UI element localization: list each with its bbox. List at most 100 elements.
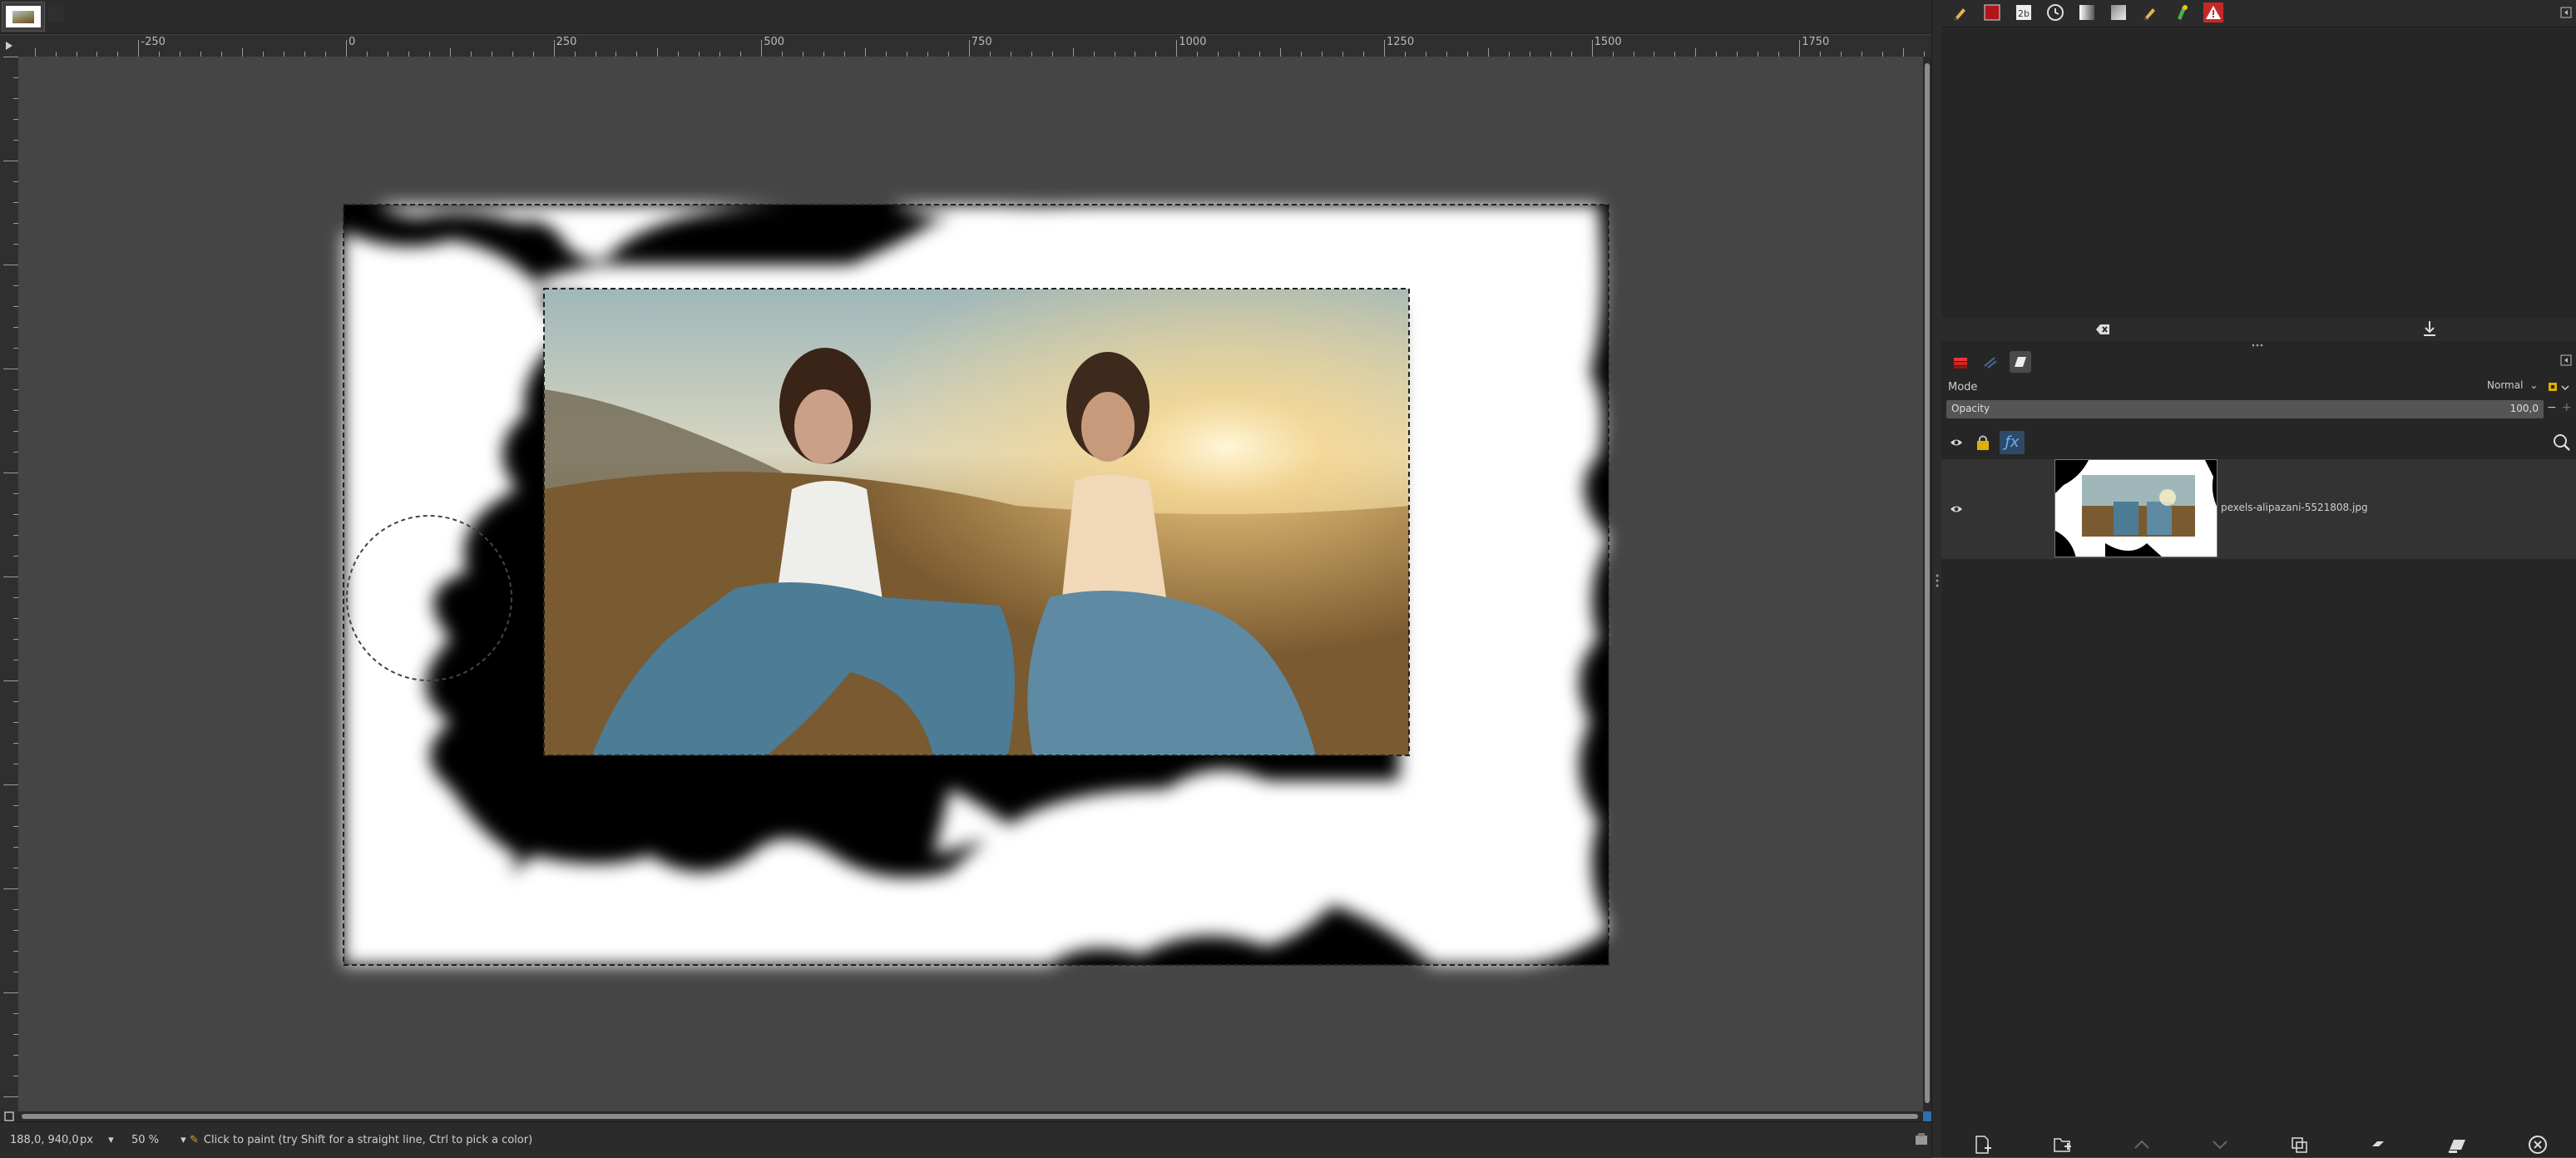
vertical-scroll-thumb[interactable] <box>1925 63 1930 1103</box>
canvas-image[interactable] <box>18 57 1923 1111</box>
horizontal-scrollbar[interactable] <box>18 1111 1923 1121</box>
layers-tab-icon[interactable] <box>1950 351 1971 373</box>
ruler-label: 750 <box>971 36 992 48</box>
mode-row: Mode Normal ⌄ <box>1941 376 2576 399</box>
panel-resize-handle[interactable] <box>1941 341 2576 349</box>
horizontal-ruler[interactable]: -750-500-2500250500750100012501500175020… <box>18 35 1931 57</box>
ruler-major-tick <box>761 40 763 57</box>
upper-panel-button-row <box>1941 318 2576 341</box>
delete-layer-button[interactable] <box>2527 1134 2549 1156</box>
new-layer-group-button[interactable] <box>2053 1135 2074 1155</box>
dock-tab-strip: 2b <box>1941 0 2576 27</box>
layer-row[interactable]: pexels-alipazani-5521808.jpg <box>1941 459 2576 559</box>
search-icon[interactable] <box>2552 433 2572 453</box>
lock-icon[interactable] <box>1973 433 1993 453</box>
ruler-tick <box>3 784 18 785</box>
ruler-minor-tick <box>242 48 244 57</box>
warning-icon[interactable] <box>2203 2 2224 23</box>
new-layer-button[interactable] <box>1973 1135 1995 1155</box>
ruler-minor-tick <box>657 48 659 57</box>
chevron-down-icon: ▾ <box>108 1134 114 1146</box>
paintbrush-icon[interactable] <box>2139 2 2161 23</box>
ruler-major-tick <box>968 40 970 57</box>
ruler-major-tick <box>1591 40 1593 57</box>
document-history-icon[interactable] <box>2044 2 2066 23</box>
ruler-minor-tick <box>449 48 451 57</box>
ruler-major-tick <box>1799 40 1801 57</box>
zoom-selector[interactable]: 50 % ▾ <box>131 1134 186 1146</box>
ruler-tick <box>3 992 18 993</box>
pointer-coordinates: 188,0, 940,0 <box>10 1134 79 1146</box>
dashboard-icon[interactable] <box>1915 1132 1928 1146</box>
unit-value: px <box>80 1134 93 1146</box>
ruler-major-tick <box>1384 40 1385 57</box>
layer-name[interactable]: pexels-alipazani-5521808.jpg <box>2221 502 2368 513</box>
lock-row: ƒx <box>1941 428 2576 458</box>
lower-layer-button[interactable] <box>2209 1136 2231 1153</box>
zoom-value: 50 % <box>131 1134 160 1146</box>
image-tab[interactable] <box>2 2 45 32</box>
palettes-icon[interactable] <box>2171 2 2193 23</box>
duplicate-layer-button[interactable] <box>2289 1135 2311 1155</box>
ruler-major-tick <box>138 40 140 57</box>
status-message-text: Click to paint (try Shift for a straight… <box>203 1134 533 1146</box>
eye-icon[interactable] <box>1950 436 1963 449</box>
ruler-label: 500 <box>764 36 785 48</box>
layers-tab-strip <box>1941 349 2576 373</box>
patterns-icon[interactable] <box>2108 2 2129 23</box>
channels-tab-icon[interactable] <box>1980 351 2001 373</box>
ruler-label: 1750 <box>1802 36 1830 48</box>
layer-effects-icon[interactable]: ƒx <box>2000 431 2025 454</box>
merge-layer-button[interactable] <box>2367 1135 2389 1155</box>
dock-menu-button[interactable] <box>2560 7 2572 18</box>
image-canvas[interactable] <box>18 57 1923 1111</box>
clear-history-button[interactable] <box>2088 318 2116 343</box>
ruler-minor-tick <box>1072 48 1074 57</box>
brushes-icon[interactable]: 2b <box>2013 2 2035 23</box>
vertical-scrollbar[interactable] <box>1923 57 1931 1111</box>
ruler-label: 1000 <box>1179 36 1207 48</box>
ruler-major-tick <box>1176 40 1178 57</box>
horizontal-scroll-thumb[interactable] <box>22 1114 1918 1119</box>
opacity-decrease-button[interactable]: − <box>2547 401 2559 418</box>
vertical-ruler[interactable] <box>0 57 19 1111</box>
new-view-tab[interactable] <box>48 7 63 22</box>
add-mask-button[interactable] <box>2447 1135 2469 1155</box>
mode-options-button[interactable] <box>2547 379 2572 396</box>
layers-button-bar <box>1941 1130 2576 1157</box>
foreground-color-icon[interactable] <box>1981 2 2003 23</box>
paths-tab-icon[interactable] <box>2010 351 2031 373</box>
ruler-label: 1500 <box>1594 36 1622 48</box>
ruler-label: 1250 <box>1387 36 1415 48</box>
mode-label: Mode <box>1948 381 1978 393</box>
quick-mask-toggle[interactable] <box>0 1111 18 1121</box>
raise-layer-button[interactable] <box>2131 1136 2153 1153</box>
ruler-minor-tick <box>1903 48 1904 57</box>
opacity-slider[interactable]: Opacity 100,0 <box>1946 400 2544 418</box>
ruler-minor-tick <box>1695 48 1697 57</box>
layers-dock-menu-button[interactable] <box>2560 354 2572 366</box>
save-button[interactable] <box>2415 318 2444 343</box>
paintbrush-icon[interactable] <box>1950 2 1971 23</box>
ruler-major-tick <box>346 40 347 57</box>
opacity-label: Opacity <box>1951 403 1990 414</box>
chevron-down-icon: ▾ <box>180 1134 186 1146</box>
gradient-icon[interactable] <box>2076 2 2098 23</box>
unit-selector[interactable]: px ▾ <box>80 1134 114 1146</box>
right-dock: 2b Mode Normal ⌄ Opacity 100,0 − + ƒx pe… <box>1941 0 2576 1157</box>
mode-value: Normal <box>2487 379 2524 391</box>
navigate-button[interactable] <box>1923 1111 1931 1121</box>
image-tab-bar <box>0 0 1931 34</box>
ruler-corner-menu-button[interactable] <box>0 35 18 57</box>
layer-thumbnail[interactable] <box>2054 459 2218 557</box>
eye-icon[interactable] <box>1950 502 1963 516</box>
status-bar: 188,0, 940,0 px ▾ 50 % ▾ ✎ Click to paint… <box>0 1121 1931 1158</box>
mode-dropdown[interactable]: Normal ⌄ <box>2487 379 2538 396</box>
ruler-tick <box>3 1096 18 1097</box>
opacity-increase-button[interactable]: + <box>2562 401 2574 418</box>
layer-list: pexels-alipazani-5521808.jpg <box>1941 459 2576 559</box>
image-thumbnail <box>6 6 41 27</box>
ruler-minor-tick <box>1487 48 1489 57</box>
opacity-value: 100,0 <box>2509 403 2539 414</box>
ruler-minor-tick <box>1280 48 1282 57</box>
